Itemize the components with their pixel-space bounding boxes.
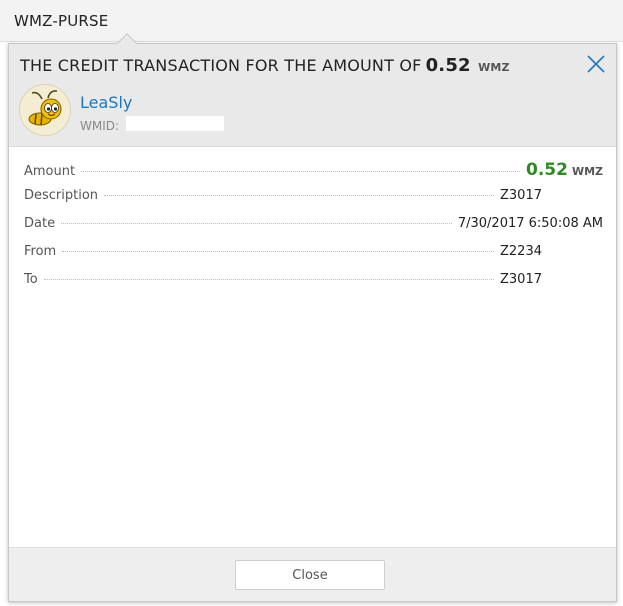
dotted-leader [81, 171, 520, 172]
purse-tab-bar: WMZ-PURSE [0, 0, 623, 42]
detail-value: Z3017 [500, 272, 542, 287]
amount-value: 0.52 [525, 160, 568, 180]
detail-value: Z3017 [500, 188, 542, 203]
detail-label: From [24, 244, 57, 259]
detail-value: Z2234 [500, 244, 542, 259]
detail-label: To [24, 272, 38, 287]
detail-value: 7/30/2017 6:50:08 AM [457, 216, 603, 231]
dialog-footer: Close [9, 547, 616, 601]
detail-value-amount: 0.52 WMZ [526, 160, 603, 180]
detail-label: Description [24, 188, 99, 203]
dotted-leader [61, 223, 452, 224]
detail-label: Amount [24, 164, 76, 179]
transaction-details: Amount 0.52 WMZ Description Z3017 Date 7/… [24, 160, 603, 300]
detail-row-from: From Z2234 [24, 244, 603, 272]
amount-currency: WMZ [571, 165, 603, 178]
dialog-header: THE CREDIT TRANSACTION FOR THE AMOUNT OF… [9, 44, 616, 147]
bee-avatar-icon [19, 84, 71, 136]
dialog-title: THE CREDIT TRANSACTION FOR THE AMOUNT OF… [20, 55, 510, 76]
transaction-dialog: THE CREDIT TRANSACTION FOR THE AMOUNT OF… [8, 43, 617, 602]
wmid-redaction [126, 116, 224, 131]
detail-row-date: Date 7/30/2017 6:50:08 AM [24, 216, 603, 244]
dialog-title-currency: WMZ [478, 61, 510, 74]
detail-row-to: To Z3017 [24, 272, 603, 300]
purse-tab-title[interactable]: WMZ-PURSE [14, 12, 108, 30]
close-icon[interactable] [586, 54, 606, 74]
dotted-leader [104, 195, 494, 196]
dialog-title-amount: 0.52 [425, 55, 471, 76]
detail-label: Date [24, 216, 56, 231]
dialog-title-text: THE CREDIT TRANSACTION FOR THE AMOUNT OF [20, 56, 422, 75]
dotted-leader [62, 251, 494, 252]
dotted-leader [43, 279, 494, 280]
detail-row-description: Description Z3017 [24, 188, 603, 216]
close-button[interactable]: Close [235, 560, 385, 590]
user-name-link[interactable]: LeaSly [80, 93, 132, 112]
wmid-label: WMID: [80, 119, 120, 133]
detail-row-amount: Amount 0.52 WMZ [24, 160, 603, 188]
